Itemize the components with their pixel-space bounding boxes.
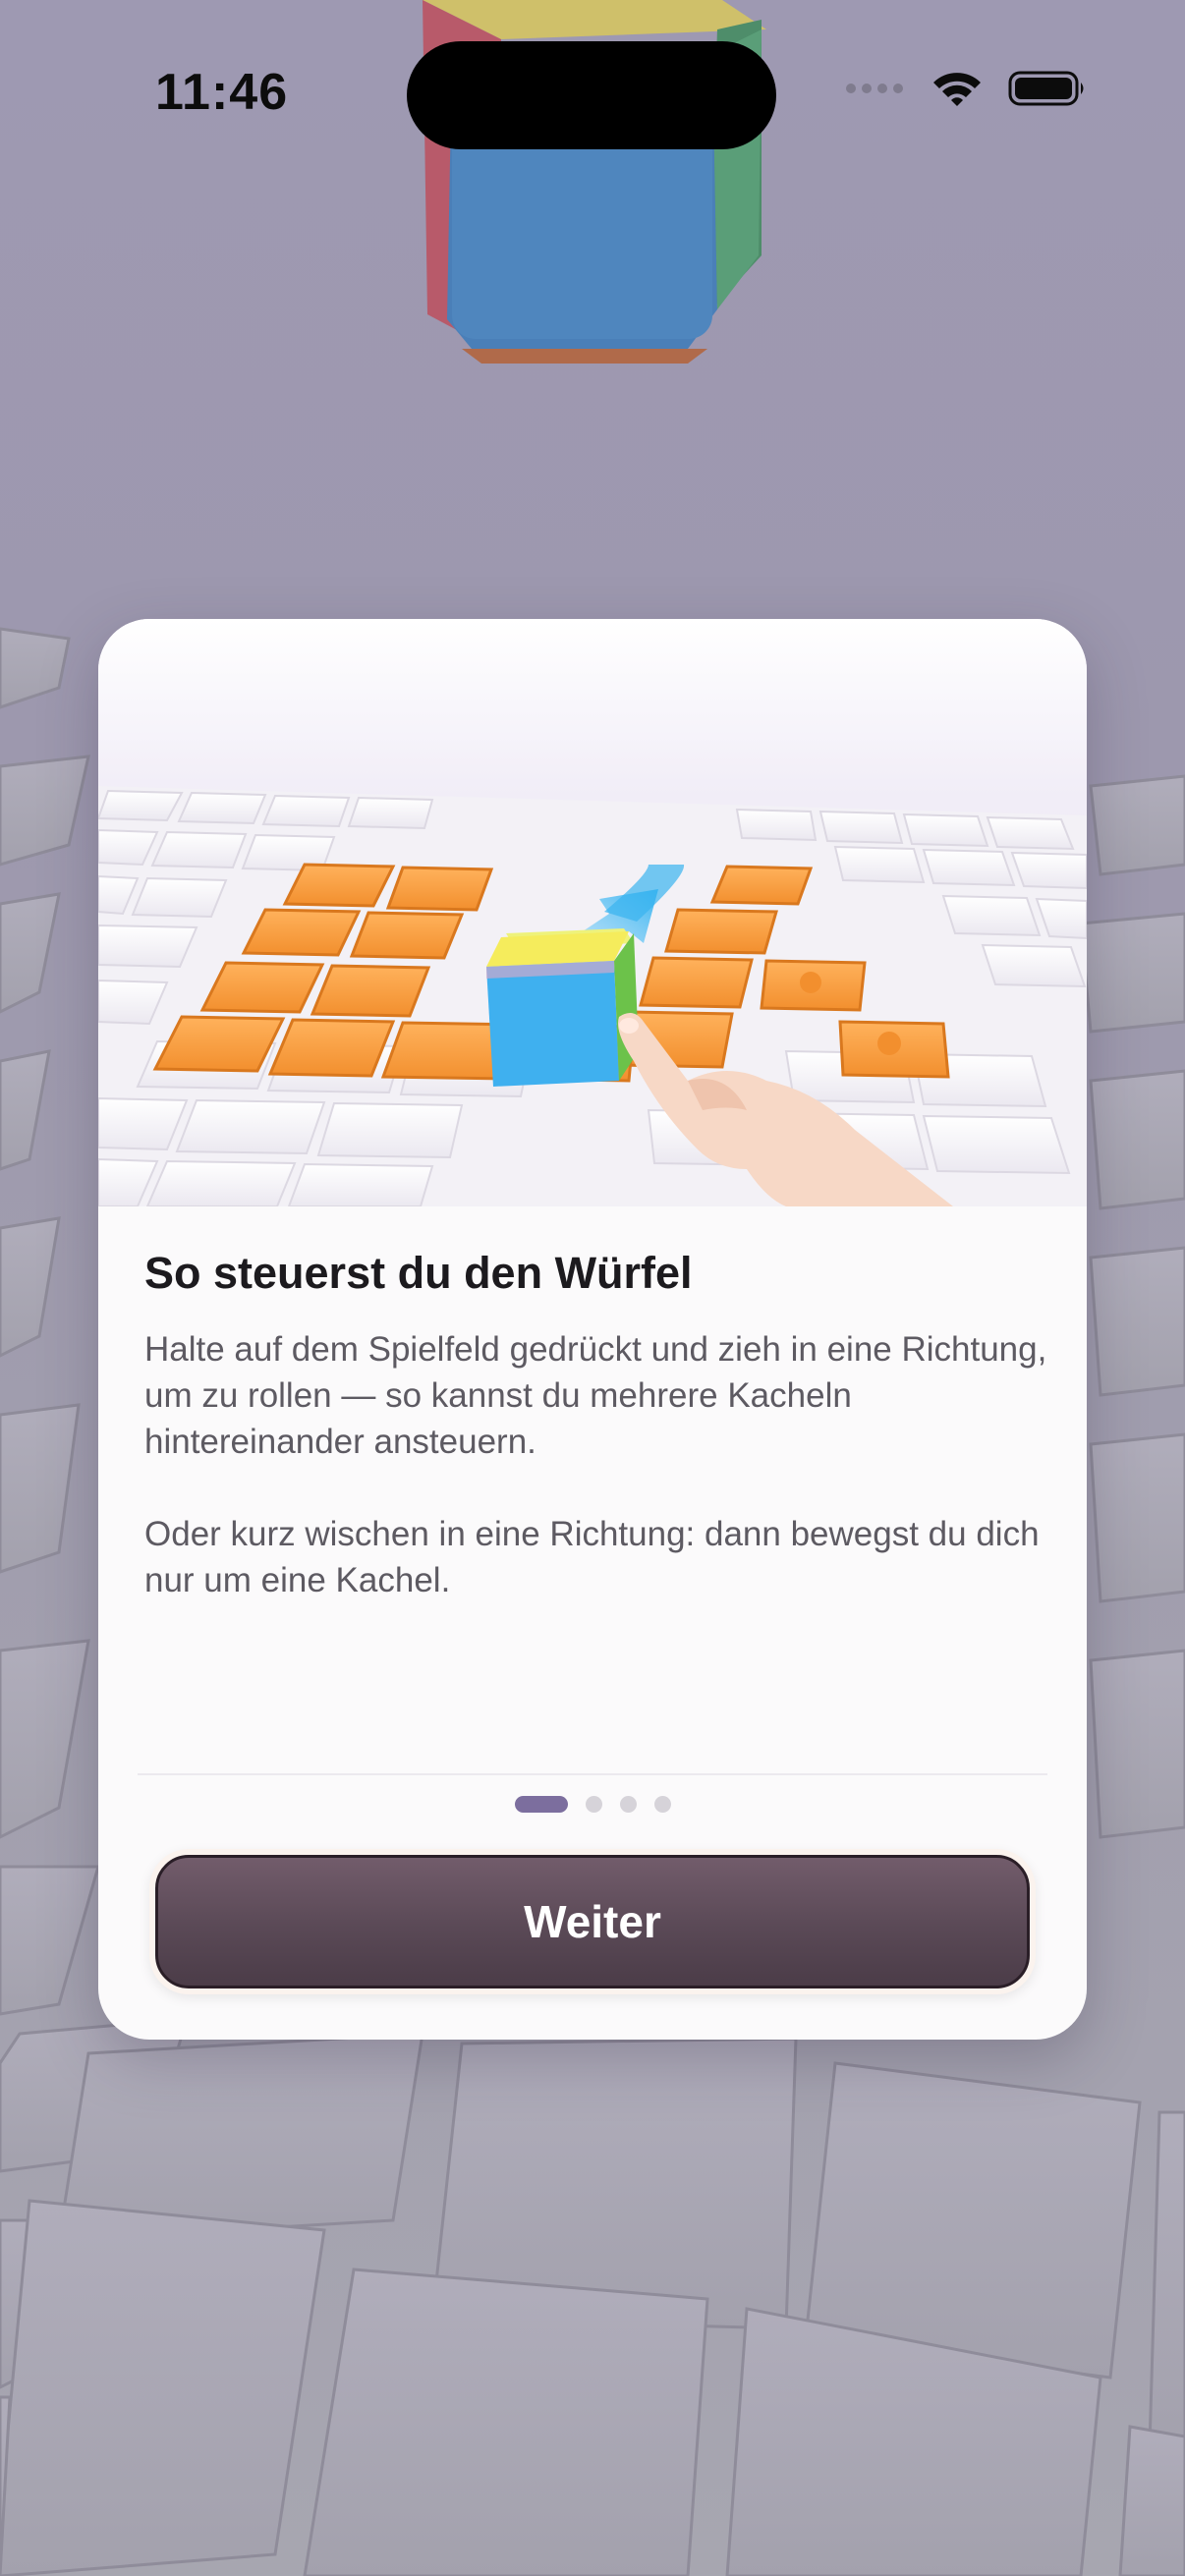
page-indicator[interactable]	[98, 1796, 1087, 1813]
wifi-icon	[933, 73, 981, 106]
tutorial-illustration	[98, 619, 1087, 1206]
weiter-button-frame: Weiter	[149, 1849, 1036, 1994]
page-dot-2[interactable]	[585, 1796, 602, 1813]
status-time: 11:46	[155, 64, 289, 121]
divider	[138, 1773, 1047, 1775]
weiter-button[interactable]: Weiter	[155, 1855, 1030, 1988]
page-dot-3[interactable]	[619, 1796, 637, 1813]
tutorial-paragraph-1: Halte auf dem Spielfeld gedrückt und zie…	[144, 1330, 1047, 1461]
battery-icon	[1008, 71, 1084, 106]
tutorial-paragraph-2: Oder kurz wischen in eine Richtung: dann…	[144, 1515, 1040, 1599]
screen: 11:46 So steuerst du den Würfel Halte au…	[0, 0, 1185, 2576]
page-dot-1[interactable]	[514, 1796, 568, 1813]
cellular-signal-icon	[846, 84, 903, 93]
status-icons	[845, 69, 1087, 108]
dynamic-island	[407, 41, 776, 149]
page-dot-4[interactable]	[653, 1796, 671, 1813]
status-bar: 11:46	[0, 0, 1185, 196]
tutorial-title: So steuerst du den Würfel	[144, 1248, 693, 1298]
cube-illustration	[486, 928, 639, 1087]
tutorial-card: So steuerst du den Würfel Halte auf dem …	[98, 619, 1087, 2040]
